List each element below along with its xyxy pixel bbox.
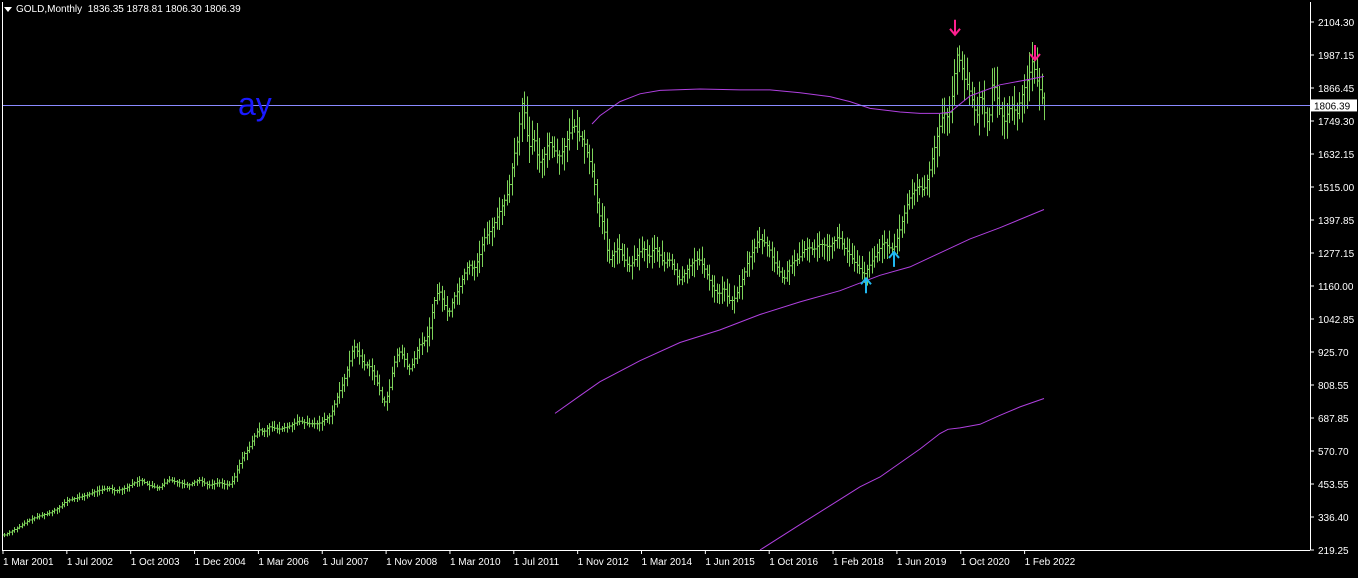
x-tick-label: 1 Feb 2022: [1025, 557, 1076, 568]
y-tick-label: 925.70: [1318, 348, 1349, 359]
x-tick-label: 1 Mar 2014: [642, 557, 693, 568]
x-tick-label: 1 Mar 2001: [3, 557, 54, 568]
y-tick-label: 1866.45: [1318, 84, 1355, 95]
y-tick-label: 2104.30: [1318, 18, 1355, 29]
y-tick-label: 570.70: [1318, 447, 1349, 458]
x-tick-label: 1 Nov 2012: [578, 557, 630, 568]
x-tick-label: 1 Mar 2006: [258, 557, 309, 568]
x-tick-label: 1 Jul 2002: [67, 557, 114, 568]
y-tick-label: 1042.85: [1318, 315, 1355, 326]
y-tick-label: 453.55: [1318, 480, 1349, 491]
y-tick-label: 1749.30: [1318, 117, 1355, 128]
y-tick-label: 1277.15: [1318, 249, 1355, 260]
x-tick-label: 1 Feb 2018: [833, 557, 884, 568]
x-tick-label: 1 Jun 2015: [705, 557, 755, 568]
y-tick-label: 1397.85: [1318, 216, 1355, 227]
current-price-label: 1806.39: [1314, 101, 1351, 112]
y-tick-label: 219.25: [1318, 546, 1349, 557]
chart-background: [0, 0, 1358, 573]
chart-window[interactable]: 1806.39 2104.30 1987.15 1866.45 1749.30 1632…: [0, 0, 1358, 573]
y-tick-label: 808.55: [1318, 381, 1349, 392]
y-tick-label: 1160.00: [1318, 282, 1354, 293]
x-tick-label: 1 Jul 2011: [514, 557, 560, 568]
ohlc-values: 1836.35 1878.81 1806.30 1806.39: [87, 4, 241, 15]
y-tick-label: 1987.15: [1318, 51, 1355, 62]
price-chart[interactable]: 1806.39 2104.30 1987.15 1866.45 1749.30 1632…: [0, 0, 1358, 573]
y-tick-label: 687.85: [1318, 414, 1349, 425]
dropdown-triangle-icon[interactable]: [4, 6, 12, 12]
symbol-timeframe: GOLD,Monthly: [16, 4, 83, 15]
y-tick-label: 1515.00: [1318, 183, 1355, 194]
y-tick-label: 1632.15: [1318, 150, 1355, 161]
x-tick-label: 1 Jul 2007: [322, 557, 369, 568]
x-tick-label: 1 Nov 2008: [386, 557, 438, 568]
x-tick-label: 1 Dec 2004: [195, 557, 247, 568]
x-tick-label: 1 Jun 2019: [897, 557, 947, 568]
y-tick-label: 336.40: [1318, 513, 1349, 524]
chart-header: GOLD,Monthly 1836.35 1878.81 1806.30 180…: [4, 4, 241, 15]
x-tick-label: 1 Mar 2010: [450, 557, 501, 568]
x-tick-label: 1 Oct 2003: [131, 557, 180, 568]
chart-overlay-text: ay: [238, 86, 272, 122]
x-tick-label: 1 Oct 2016: [769, 557, 818, 568]
x-tick-label: 1 Oct 2020: [961, 557, 1010, 568]
